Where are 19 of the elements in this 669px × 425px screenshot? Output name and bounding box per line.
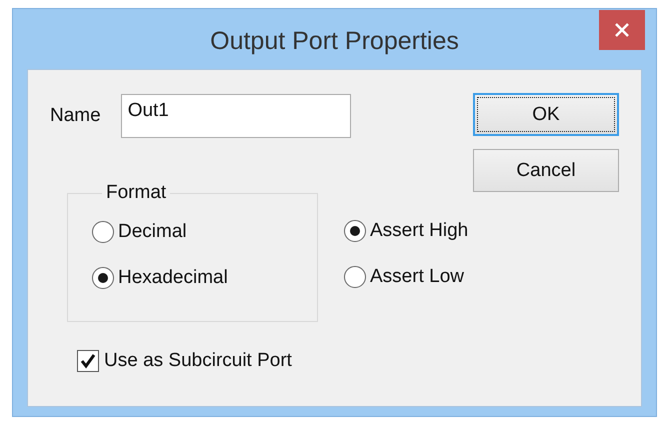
radio-label: Assert Low [370, 266, 464, 288]
close-button[interactable] [599, 10, 645, 50]
close-icon [614, 22, 630, 38]
checkbox-label: Use as Subcircuit Port [104, 350, 292, 372]
radio-button[interactable] [92, 267, 114, 289]
check-icon [80, 353, 96, 369]
dialog-button[interactable]: Cancel [473, 149, 619, 192]
name-field[interactable]: Out1 [120, 94, 351, 138]
radio-button[interactable] [344, 266, 366, 288]
radio-label: Assert High [370, 220, 468, 242]
dialog-button[interactable]: OK [473, 93, 619, 136]
radio-button[interactable] [344, 220, 366, 242]
radio-label: Decimal [118, 221, 187, 243]
name-label: Name [50, 105, 101, 127]
group-title: Format [105, 182, 168, 204]
radio-label: Hexadecimal [118, 267, 228, 289]
checkbox[interactable] [77, 350, 99, 372]
radio-button[interactable] [92, 221, 114, 243]
window-title: Output Port Properties [210, 26, 459, 56]
